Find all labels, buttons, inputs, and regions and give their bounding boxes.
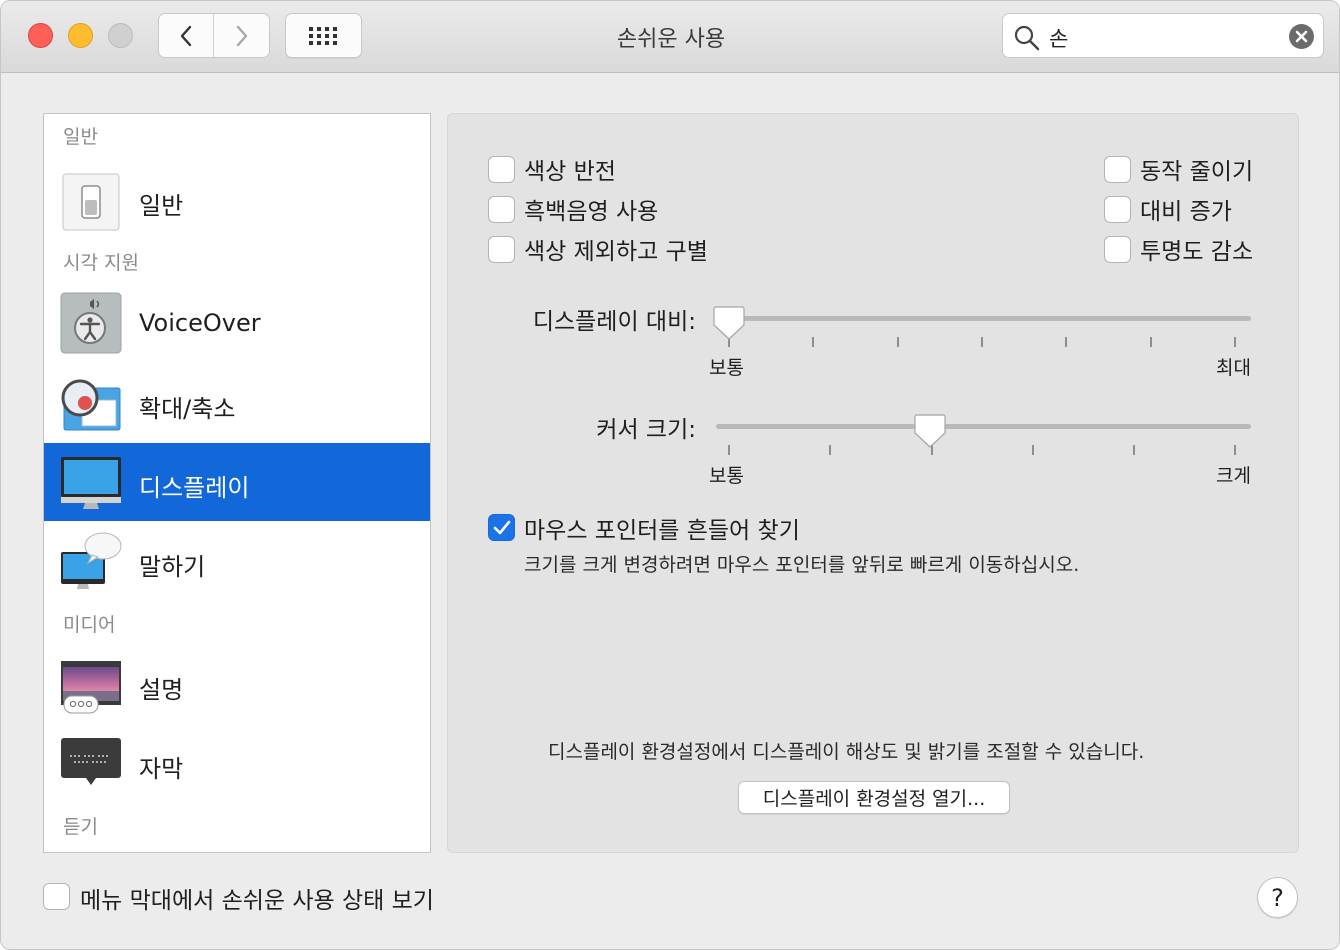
sidebar-item-speech[interactable]: 말하기 <box>44 522 430 600</box>
slider-tick <box>1234 337 1236 347</box>
sidebar-item-label: 말하기 <box>139 553 206 581</box>
sidebar-item-display[interactable]: 디스플레이 <box>44 443 430 521</box>
show-in-menubar-label: 메뉴 막대에서 손쉬운 사용 상태 보기 <box>80 888 434 914</box>
slider-tick <box>1133 445 1135 455</box>
cursor-max-label: 크게 <box>1216 465 1251 487</box>
descriptions-icon <box>60 653 122 715</box>
section-header-media: 미디어 <box>63 614 116 636</box>
preferences-window: 손쉬운 사용 손 일반 일반 시각 지원 VoiceOver 확대/축소 디스플… <box>0 0 1340 950</box>
invert-colors-checkbox[interactable] <box>488 156 515 183</box>
sidebar-item-label: 자막 <box>139 755 184 783</box>
sidebar-item-captions[interactable]: 자막 <box>44 724 430 802</box>
slider-knob[interactable] <box>913 413 947 449</box>
contrast-min-label: 보통 <box>709 357 744 379</box>
cursor-min-label: 보통 <box>709 465 744 487</box>
shake-to-locate-description: 크기를 크게 변경하려면 마우스 포인터를 앞뒤로 빠르게 이동하십시오. <box>524 554 1080 576</box>
display-contrast-label: 디스플레이 대비: <box>532 309 696 335</box>
shake-to-locate-label: 마우스 포인터를 흔들어 찾기 <box>524 518 800 544</box>
checkmark-icon <box>493 520 510 534</box>
sidebar-item-general[interactable]: 일반 <box>44 161 430 239</box>
slider-tick <box>1065 337 1067 347</box>
speech-icon <box>60 530 122 592</box>
close-icon <box>1295 30 1308 43</box>
sidebar-item-label: 일반 <box>139 192 184 220</box>
contrast-max-label: 최대 <box>1216 357 1251 379</box>
slider-tick <box>728 445 730 455</box>
sidebar-item-zoom[interactable]: 확대/축소 <box>44 364 430 442</box>
sidebar-item-label: 디스플레이 <box>139 474 250 502</box>
sidebar-item-label: 확대/축소 <box>139 395 236 423</box>
display-icon <box>60 451 122 513</box>
slider-tick <box>981 337 983 347</box>
slider-tick <box>1234 445 1236 455</box>
general-switch-icon <box>60 171 122 233</box>
grayscale-checkbox[interactable] <box>488 196 515 223</box>
title-bar: 손쉬운 사용 손 <box>1 1 1339 73</box>
sidebar-item-voiceover[interactable]: VoiceOver <box>44 284 430 362</box>
reduce-motion-checkbox[interactable] <box>1104 156 1131 183</box>
sidebar-item-label: VoiceOver <box>139 309 261 337</box>
voiceover-icon <box>60 292 122 354</box>
section-header-general: 일반 <box>63 126 98 148</box>
slider-tick <box>897 337 899 347</box>
increase-contrast-label: 대비 증가 <box>1140 199 1232 225</box>
differentiate-without-color-checkbox[interactable] <box>488 236 515 263</box>
zoom-icon <box>60 372 122 434</box>
slider-knob[interactable] <box>712 305 746 341</box>
slider-tick <box>812 337 814 347</box>
cursor-size-label: 커서 크기: <box>596 417 696 443</box>
section-header-hearing: 듣기 <box>63 816 98 838</box>
captions-icon <box>60 732 122 794</box>
clear-search-button[interactable] <box>1289 24 1314 49</box>
search-field[interactable]: 손 <box>1002 13 1324 58</box>
slider-track <box>716 424 1251 429</box>
slider-track <box>716 316 1251 321</box>
differentiate-without-color-label: 색상 제외하고 구별 <box>524 239 708 265</box>
slider-tick <box>1032 445 1034 455</box>
reduce-transparency-checkbox[interactable] <box>1104 236 1131 263</box>
show-in-menubar-checkbox[interactable] <box>43 883 70 910</box>
grayscale-label: 흑백음영 사용 <box>524 199 659 225</box>
search-icon <box>1014 25 1040 51</box>
display-settings-pane: 색상 반전 흑백음영 사용 색상 제외하고 구별 동작 줄이기 대비 증가 투명… <box>447 113 1299 853</box>
help-button[interactable]: ? <box>1257 877 1298 918</box>
sidebar-item-label: 설명 <box>139 676 184 704</box>
display-prefs-note: 디스플레이 환경설정에서 디스플레이 해상도 및 밝기를 조절할 수 있습니다. <box>548 741 1145 763</box>
slider-tick <box>829 445 831 455</box>
reduce-transparency-label: 투명도 감소 <box>1140 239 1254 265</box>
shake-to-locate-checkbox[interactable] <box>488 514 515 541</box>
category-list[interactable]: 일반 일반 시각 지원 VoiceOver 확대/축소 디스플레이 말하기 미디… <box>43 113 431 853</box>
search-input[interactable]: 손 <box>1049 23 1068 53</box>
open-display-prefs-button[interactable]: 디스플레이 환경설정 열기... <box>738 781 1010 814</box>
increase-contrast-checkbox[interactable] <box>1104 196 1131 223</box>
sidebar-item-descriptions[interactable]: 설명 <box>44 645 430 723</box>
invert-colors-label: 색상 반전 <box>524 159 616 185</box>
reduce-motion-label: 동작 줄이기 <box>1140 159 1254 185</box>
slider-tick <box>1150 337 1152 347</box>
section-header-vision: 시각 지원 <box>63 252 139 274</box>
